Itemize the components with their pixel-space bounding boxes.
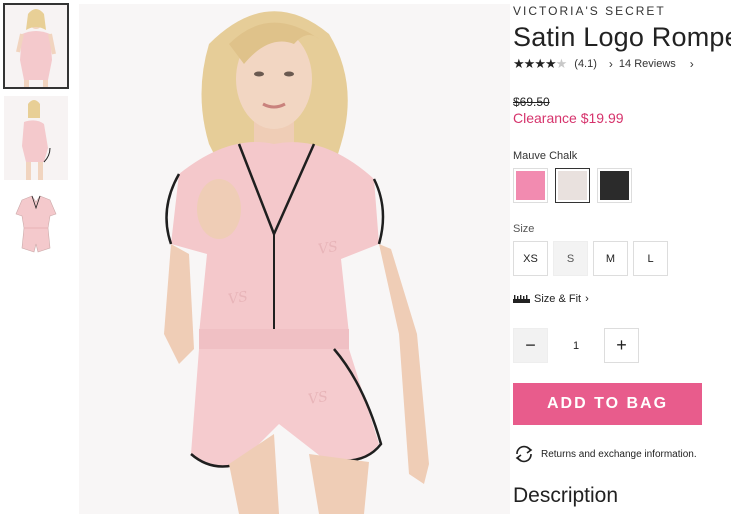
chevron-right-icon: ›	[585, 293, 589, 305]
description-heading[interactable]: Description	[513, 484, 618, 508]
returns-icon	[515, 445, 533, 463]
swatch-fill	[516, 171, 545, 200]
model-illustration: VS VS VS	[79, 4, 510, 514]
color-swatch-pink[interactable]	[513, 168, 548, 203]
quantity-stepper: − 1 +	[513, 328, 639, 363]
swatch-fill	[600, 171, 629, 200]
star-icon: ★	[534, 56, 546, 71]
star-rating: ★★★★★	[513, 56, 568, 72]
size-option-s[interactable]: S	[553, 241, 588, 276]
returns-info-text: Returns and exchange information.	[541, 448, 697, 460]
color-swatch-mauve-chalk[interactable]	[555, 168, 590, 203]
thumbnail-flat[interactable]	[4, 188, 68, 272]
svg-text:VS: VS	[317, 239, 339, 258]
product-title: Satin Logo Romper	[513, 22, 731, 52]
star-icon: ★	[513, 56, 525, 71]
size-option-xs[interactable]: XS	[513, 241, 548, 276]
thumbnail-list	[3, 3, 69, 280]
size-option-l[interactable]: L	[633, 241, 668, 276]
size-option-m[interactable]: M	[593, 241, 628, 276]
star-empty-icon: ★	[555, 56, 568, 71]
star-icon: ★	[544, 56, 557, 71]
chevron-right-icon: ›	[608, 57, 613, 71]
thumbnail-flat-image	[4, 188, 68, 272]
color-swatches	[513, 168, 632, 203]
returns-info-link[interactable]: Returns and exchange information.	[513, 445, 697, 463]
rating-value: (4.1)	[574, 58, 597, 70]
color-label: Mauve Chalk	[513, 150, 578, 162]
original-price: $69.50	[513, 95, 550, 109]
product-info-panel: VICTORIA'S SECRET Satin Logo Romper ★★★★…	[513, 0, 731, 514]
quantity-value[interactable]: 1	[548, 340, 604, 352]
svg-text:VS: VS	[307, 389, 329, 408]
size-fit-label: Size & Fit	[534, 293, 582, 305]
ruler-icon	[513, 295, 530, 303]
main-product-image: VS VS VS	[79, 4, 510, 514]
reviews-link[interactable]: 14 Reviews	[619, 58, 676, 70]
size-options: XS S M L	[513, 241, 668, 276]
add-to-bag-button[interactable]: ADD TO BAG	[513, 383, 702, 425]
quantity-increase-button[interactable]: +	[604, 328, 639, 363]
star-icon: ★	[523, 56, 536, 71]
quantity-decrease-button[interactable]: −	[513, 328, 548, 363]
color-swatch-black[interactable]	[597, 168, 632, 203]
thumbnail-front-image	[4, 4, 68, 88]
svg-text:VS: VS	[227, 289, 249, 308]
brand-name: VICTORIA'S SECRET	[513, 4, 666, 18]
thumbnail-side-image	[4, 96, 68, 180]
size-fit-link[interactable]: Size & Fit ›	[513, 293, 589, 305]
sale-price: Clearance $19.99	[513, 110, 624, 126]
chevron-right-icon: ›	[689, 57, 694, 71]
rating-row: ★★★★★ (4.1) › 14 Reviews ›	[513, 56, 694, 72]
swatch-fill	[558, 171, 587, 200]
thumbnail-side[interactable]	[4, 96, 68, 180]
size-label: Size	[513, 223, 535, 235]
thumbnail-front[interactable]	[3, 3, 69, 89]
